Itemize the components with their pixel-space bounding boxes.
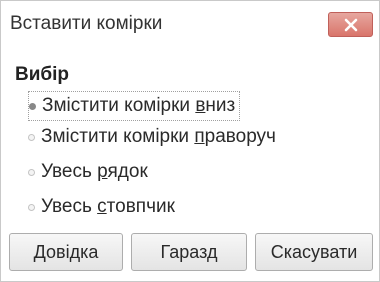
option-shift-right-label: Змістити комірки праворуч [41, 126, 276, 147]
cancel-button-label: Скасувати [270, 241, 358, 262]
option-entire-column-label: Увесь стовпчик [41, 196, 175, 217]
radio-shift-down[interactable] [29, 102, 36, 110]
option-shift-down[interactable]: Змістити комірки вниз [28, 91, 241, 121]
insert-cells-dialog: Вставити комірки Вибір Змістити комірки … [0, 0, 380, 282]
help-button[interactable]: Довідка [9, 233, 123, 271]
help-button-label: Довідка [33, 241, 99, 262]
close-button[interactable] [328, 12, 373, 37]
selection-group-label: Вибір [15, 64, 70, 85]
option-entire-column[interactable]: Увесь стовпчик [28, 193, 175, 221]
radio-entire-column[interactable] [28, 203, 35, 211]
option-entire-row[interactable]: Увесь рядок [28, 158, 148, 186]
ok-button[interactable]: Гаразд [131, 233, 247, 271]
radio-entire-row[interactable] [28, 168, 35, 176]
option-shift-right[interactable]: Змістити комірки праворуч [28, 123, 276, 151]
dialog-title: Вставити комірки [10, 13, 163, 34]
title-bar: Вставити комірки [1, 1, 379, 49]
ok-button-label: Гаразд [160, 241, 218, 262]
option-entire-row-label: Увесь рядок [41, 161, 148, 182]
cancel-button[interactable]: Скасувати [255, 233, 373, 271]
radio-shift-right[interactable] [28, 133, 35, 141]
close-icon [344, 18, 358, 32]
option-shift-down-label: Змістити комірки вниз [42, 95, 236, 116]
